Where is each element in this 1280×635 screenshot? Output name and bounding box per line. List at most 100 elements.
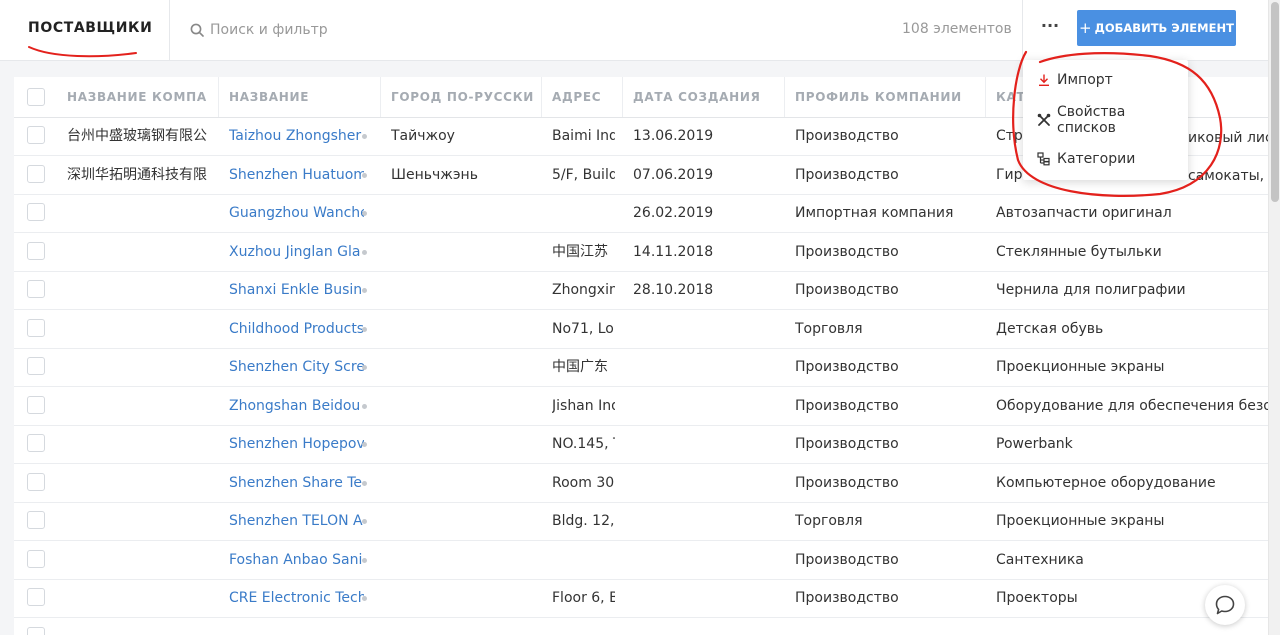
city-cell [391, 310, 536, 348]
company-cell [67, 579, 217, 617]
city-cell [391, 502, 536, 540]
profile-cell: Производство [795, 128, 899, 144]
name-cell[interactable]: Guangzhou Wanche [229, 194, 364, 232]
profile-cell: Производство [795, 282, 899, 298]
profile-cell: Импортная компания [795, 205, 954, 221]
table-row[interactable]: Shenzhen Share Te Room 301 Производство Ком… [14, 464, 1268, 503]
row-checkbox[interactable] [27, 280, 45, 298]
search-bar[interactable] [190, 20, 410, 40]
column-header-company[interactable]: НАЗВАНИЕ КОМПА [67, 77, 217, 117]
table-row[interactable]: Foshan Anbao Sani Производство Сантехника [14, 541, 1268, 580]
row-checkbox[interactable] [27, 126, 45, 144]
row-checkbox[interactable] [27, 472, 45, 491]
name-cell[interactable]: Foshan Anbao Sani [229, 541, 364, 579]
row-checkbox[interactable] [27, 164, 45, 183]
name-cell[interactable]: CRE Electronic Tech [229, 579, 364, 617]
address-cell: Room 301 [552, 474, 615, 491]
company-cell [67, 233, 217, 271]
search-input[interactable] [210, 22, 410, 38]
row-checkbox[interactable] [27, 626, 45, 635]
name-cell[interactable]: Shenzhen Huatuom [229, 156, 364, 194]
name-cell[interactable]: Shanxi Enkle Busin [229, 271, 364, 309]
company-cell: 深圳华拓明通科技有限 [67, 166, 207, 183]
city-cell [391, 194, 536, 232]
more-options-button[interactable]: ··· [1038, 18, 1062, 40]
name-cell[interactable] [229, 618, 364, 635]
company-cell [67, 310, 217, 348]
column-divider [622, 77, 623, 117]
table-row[interactable]: Shenzhen TELON A Bldg. 12, N Торговля Проек… [14, 502, 1268, 541]
table-row[interactable]: Guangzhou Wanche 26.02.2019 Импортная комп… [14, 194, 1268, 233]
column-header-address[interactable]: АДРЕС [552, 77, 612, 117]
column-divider [541, 77, 542, 117]
name-cell[interactable]: Childhood Products [229, 310, 364, 348]
menu-item-categories[interactable]: Категории [1023, 140, 1188, 178]
menu-item-import[interactable]: Импорт [1023, 61, 1188, 99]
select-all-checkbox[interactable] [27, 88, 45, 106]
company-cell [67, 464, 217, 502]
date-cell [633, 310, 783, 348]
row-checkbox[interactable] [27, 549, 45, 568]
name-cell[interactable]: Shenzhen Share Te [229, 464, 364, 502]
page-title: ПОСТАВЩИКИ [28, 20, 153, 36]
date-cell [633, 348, 783, 386]
address-cell: 中国江苏 [552, 243, 608, 260]
add-item-button[interactable]: + ДОБАВИТЬ ЭЛЕМЕНТ [1077, 10, 1236, 46]
name-cell[interactable]: Shenzhen City Scre [229, 348, 364, 386]
menu-item-label: Импорт [1057, 72, 1113, 88]
table-row[interactable]: CRE Electronic Tech Floor 6, B Производств… [14, 579, 1268, 618]
row-checkbox[interactable] [27, 357, 45, 375]
row-status-dot [362, 442, 367, 447]
name-cell[interactable]: Shenzhen TELON A [229, 502, 364, 540]
company-cell [67, 502, 217, 540]
date-cell [633, 464, 783, 502]
company-cell [67, 348, 217, 386]
table-row[interactable]: Childhood Products No71, Lon Торговля Детск… [14, 310, 1268, 349]
chat-button[interactable] [1205, 585, 1245, 625]
table-row[interactable]: Xuzhou Jinglan Gla 中国江苏 14.11.2018 Производ… [14, 233, 1268, 272]
column-header-profile[interactable]: ПРОФИЛЬ КОМПАНИИ [795, 77, 975, 117]
table-row[interactable]: Zhongshan Beidou Jishan Ind Производство Об… [14, 387, 1268, 426]
date-cell: 13.06.2019 [633, 128, 714, 144]
category-cell: Оборудование для обеспечения безопасн [996, 397, 1268, 414]
menu-item-list-properties[interactable]: Свойства списков [1023, 101, 1188, 139]
column-header-name[interactable]: НАЗВАНИЕ [229, 77, 379, 117]
row-checkbox[interactable] [27, 588, 45, 606]
city-cell [391, 425, 536, 463]
row-checkbox[interactable] [27, 318, 45, 337]
date-cell: 07.06.2019 [633, 166, 714, 183]
address-cell: 5/F, Build [552, 166, 615, 183]
city-cell [391, 464, 536, 502]
row-checkbox[interactable] [27, 434, 45, 452]
page-scrollbar[interactable] [1268, 0, 1280, 635]
table-row[interactable] [14, 618, 1268, 635]
name-cell[interactable]: Shenzhen Hopepov [229, 425, 364, 463]
row-checkbox[interactable] [27, 511, 45, 529]
name-cell[interactable]: Taizhou Zhongsher [229, 117, 364, 155]
table-row[interactable]: Shenzhen City Scre 中国广东 Производство Проекц… [14, 348, 1268, 387]
name-cell[interactable]: Zhongshan Beidou [229, 387, 364, 425]
scrollbar-thumb[interactable] [1271, 2, 1279, 202]
row-status-dot [362, 557, 367, 563]
row-checkbox[interactable] [27, 395, 45, 414]
name-cell[interactable]: Xuzhou Jinglan Gla [229, 233, 364, 271]
row-status-dot [362, 596, 367, 601]
row-status-dot [362, 211, 367, 216]
column-divider [218, 77, 219, 117]
profile-cell: Производство [795, 359, 899, 375]
row-status-dot [362, 134, 367, 139]
city-cell [391, 579, 536, 617]
row-status-dot [362, 519, 367, 524]
category-cell-overflow: самокаты, эл [1188, 168, 1268, 184]
tree-icon [1037, 152, 1050, 166]
category-cell: Powerbank [996, 436, 1073, 452]
column-header-city[interactable]: ГОРОД ПО-РУССКИ [391, 77, 536, 117]
table-row[interactable]: Shanxi Enkle Busin Zhongxin 28.10.2018 Прои… [14, 271, 1268, 310]
category-cell: Чернила для полиграфии [996, 282, 1186, 298]
address-cell: No71, Lon [552, 320, 615, 337]
company-cell [67, 618, 217, 635]
table-row[interactable]: Shenzhen Hopepov NO.145, T Производство Pow… [14, 425, 1268, 464]
row-checkbox[interactable] [27, 203, 45, 221]
column-header-date[interactable]: ДАТА СОЗДАНИЯ [633, 77, 783, 117]
row-checkbox[interactable] [27, 241, 45, 260]
